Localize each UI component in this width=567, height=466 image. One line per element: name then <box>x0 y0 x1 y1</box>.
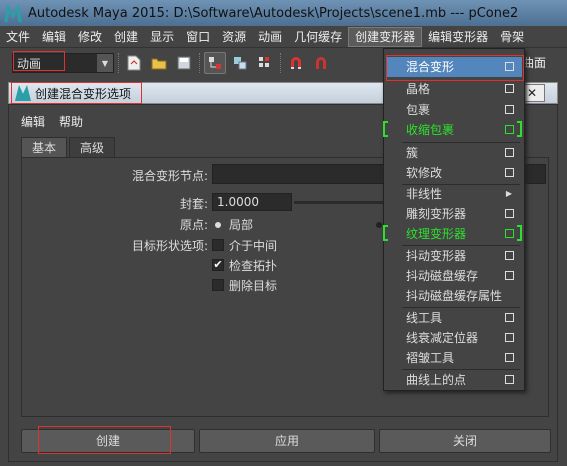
annotation-bracket <box>383 121 388 137</box>
save-scene-icon[interactable] <box>173 52 195 74</box>
toolbar-divider <box>118 53 120 73</box>
menu-animate[interactable]: 动画 <box>252 27 288 47</box>
menu-item-point-on-curve[interactable]: 曲线上的点 <box>386 370 522 390</box>
tab-advanced[interactable]: 高级 <box>69 137 116 157</box>
window-title-bar: Autodesk Maya 2015: D:\Software\Autodesk… <box>0 0 567 26</box>
menu-modify[interactable]: 修改 <box>72 27 108 47</box>
menu-item-sculpt-deformer[interactable]: 雕刻变形器 <box>386 204 522 224</box>
toolbar-trailing-label: 曲面 <box>522 56 547 70</box>
option-box-icon[interactable] <box>505 125 514 134</box>
menu-item-lattice[interactable]: 晶格 <box>386 79 522 99</box>
option-box-icon[interactable] <box>505 313 514 322</box>
check-topology-checkbox[interactable]: ✔ <box>212 259 224 271</box>
origin-world-radio[interactable] <box>376 222 382 228</box>
menu-item-wrap[interactable]: 包裹 <box>386 100 522 120</box>
option-box-icon[interactable] <box>505 209 514 218</box>
option-box-icon[interactable] <box>505 271 514 280</box>
menu-create-deformers[interactable]: 创建变形器 <box>348 26 423 47</box>
menu-item-wrinkle-tool[interactable]: 褶皱工具 <box>386 348 522 368</box>
dialog-menu-edit[interactable]: 编辑 <box>21 113 45 130</box>
magnet-snap-icon[interactable] <box>285 52 307 74</box>
option-box-icon[interactable] <box>505 229 514 238</box>
check-topology-label: 检查拓扑 <box>229 259 278 273</box>
blend-node-label: 混合变形节点: <box>131 169 208 183</box>
main-menubar: 文件 编辑 修改 创建 显示 窗口 资源 动画 几何缓存 创建变形器 编辑变形器… <box>0 26 567 48</box>
option-box-icon[interactable] <box>505 353 514 362</box>
envelope-label: 封套: <box>179 197 208 211</box>
dialog-menu-help[interactable]: 帮助 <box>59 113 83 130</box>
annotation-highlight-box <box>13 51 65 71</box>
magnet-snap-icon[interactable] <box>310 52 332 74</box>
option-box-icon[interactable] <box>505 148 514 157</box>
dialog-menubar: 编辑 帮助 <box>21 113 83 130</box>
annotation-highlight-box <box>386 55 524 81</box>
submenu-arrow-icon: ▶ <box>505 189 512 198</box>
option-box-icon[interactable] <box>505 251 514 260</box>
annotation-bracket <box>517 225 522 241</box>
create-deformers-dropdown: 混合变形 晶格 包裹 收缩包裹 簇 软修改 非线性 ▶ 雕刻变形器 纹理变形器 抖… <box>383 48 525 391</box>
select-by-component-icon[interactable] <box>254 52 276 74</box>
origin-label: 原点: <box>179 218 208 232</box>
menu-geometry-cache[interactable]: 几何缓存 <box>288 27 348 47</box>
origin-local-radio[interactable] <box>215 222 221 228</box>
toolbar-divider <box>280 53 282 73</box>
option-box-icon[interactable] <box>505 105 514 114</box>
menu-file[interactable]: 文件 <box>0 27 36 47</box>
annotation-highlight-box <box>11 82 142 104</box>
in-between-checkbox[interactable] <box>212 239 224 251</box>
menu-edit[interactable]: 编辑 <box>36 27 72 47</box>
menu-item-jiggle-disk-cache[interactable]: 抖动磁盘缓存 <box>386 266 522 286</box>
tab-basic[interactable]: 基本 <box>21 137 68 157</box>
menu-item-shrink-wrap[interactable]: 收缩包裹 <box>386 120 522 140</box>
annotation-bracket <box>383 225 388 241</box>
menu-skeleton[interactable]: 骨架 <box>494 27 530 47</box>
select-by-object-icon[interactable] <box>229 52 251 74</box>
toolbar-divider <box>199 53 201 73</box>
open-scene-icon[interactable] <box>148 52 170 74</box>
new-scene-icon[interactable] <box>123 52 145 74</box>
annotation-highlight-box <box>38 426 171 454</box>
option-box-icon[interactable] <box>505 333 514 342</box>
menu-item-jiggle-deformer[interactable]: 抖动变形器 <box>386 246 522 266</box>
apply-button[interactable]: 应用 <box>199 429 375 453</box>
option-box-icon[interactable] <box>505 168 514 177</box>
delete-targets-label: 删除目标 <box>229 279 278 293</box>
menu-item-soft-modification[interactable]: 软修改 <box>386 163 522 183</box>
origin-local-label: 局部 <box>229 218 254 232</box>
select-by-hierarchy-icon[interactable] <box>204 52 226 74</box>
menu-create[interactable]: 创建 <box>108 27 144 47</box>
option-box-icon[interactable] <box>505 84 514 93</box>
menu-item-wire-tool[interactable]: 线工具 <box>386 308 522 328</box>
close-button[interactable]: 关闭 <box>379 429 551 453</box>
dialog-tabs: 基本 高级 <box>21 137 117 157</box>
menu-item-jiggle-disk-cache-attributes[interactable]: 抖动磁盘缓存属性 <box>386 286 522 306</box>
menu-item-wire-dropoff-locator[interactable]: 线衰减定位器 <box>386 328 522 348</box>
menu-window[interactable]: 窗口 <box>180 27 216 47</box>
option-box-icon[interactable] <box>505 375 514 384</box>
target-shape-options-label: 目标形状选项: <box>131 239 208 253</box>
window-title: Autodesk Maya 2015: D:\Software\Autodesk… <box>28 5 519 21</box>
menu-item-nonlinear[interactable]: 非线性 ▶ <box>386 184 522 204</box>
annotation-bracket <box>517 121 522 137</box>
envelope-input[interactable]: 1.0000 <box>212 193 292 211</box>
in-between-label: 介于中间 <box>229 239 278 253</box>
chevron-down-icon[interactable]: ▼ <box>97 54 113 72</box>
menu-item-cluster[interactable]: 簇 <box>386 143 522 163</box>
delete-targets-checkbox[interactable] <box>212 279 224 291</box>
menu-display[interactable]: 显示 <box>144 27 180 47</box>
menu-item-texture-deformer[interactable]: 纹理变形器 <box>386 224 522 244</box>
maya-logo-icon <box>4 4 22 22</box>
menu-edit-deformers[interactable]: 编辑变形器 <box>422 27 494 47</box>
menu-assets[interactable]: 资源 <box>216 27 252 47</box>
